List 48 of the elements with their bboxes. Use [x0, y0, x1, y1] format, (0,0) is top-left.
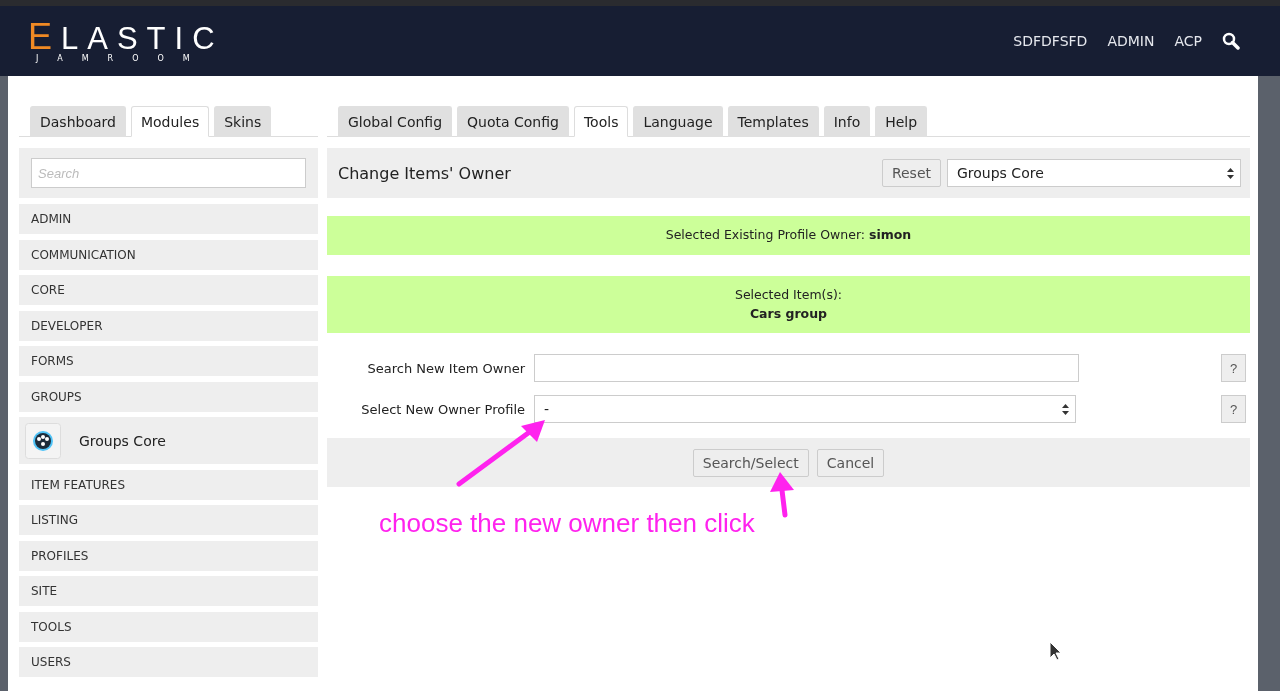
tab[interactable]: Modules	[130, 106, 210, 137]
notice-banner: Selected Existing Profile Owner: simon	[327, 216, 1250, 255]
nav-link[interactable]: ADMIN	[1107, 33, 1155, 49]
search-field[interactable]: Search	[31, 158, 306, 188]
tab[interactable]: Help	[875, 106, 928, 137]
annotation-text: choose the new owner then click	[379, 508, 755, 539]
caret-icon	[1062, 403, 1069, 415]
nav-link[interactable]: ACP	[1174, 33, 1202, 49]
field-label: Search New Item Owner	[366, 360, 526, 376]
help-button[interactable]: ?	[1221, 395, 1246, 424]
tab[interactable]: Info	[823, 106, 871, 137]
category-item[interactable]: LISTING	[19, 505, 318, 535]
text-field[interactable]	[534, 354, 1079, 383]
tab[interactable]: Templates	[727, 106, 819, 137]
category-item[interactable]: GROUPS	[19, 381, 318, 412]
form-button[interactable]: Cancel	[816, 448, 885, 477]
help-button[interactable]: ?	[1221, 354, 1246, 383]
tab[interactable]: Global Config	[338, 106, 453, 137]
module-label: Groups Core	[79, 432, 166, 449]
tab[interactable]: Quota Config	[457, 106, 569, 137]
tab[interactable]: Skins	[214, 106, 272, 137]
tab[interactable]: Dashboard	[30, 106, 126, 137]
category-item[interactable]: DEVELOPER	[19, 310, 318, 341]
module-item[interactable]: Groups Core	[19, 417, 318, 464]
category-item[interactable]: USERS	[19, 647, 318, 677]
reset-button[interactable]: Reset	[881, 159, 941, 187]
select-field[interactable]: -	[534, 395, 1076, 424]
tab[interactable]: Language	[633, 106, 723, 137]
notice-banner: Selected Item(s): Cars group	[327, 275, 1250, 334]
module-select[interactable]: Groups Core	[947, 159, 1241, 187]
pointer-icon	[1049, 641, 1062, 661]
nav-link[interactable]: SDFDFSFD	[1013, 33, 1088, 49]
search-icon[interactable]	[1222, 32, 1240, 50]
form-button[interactable]: Search/Select	[692, 448, 809, 477]
category-item[interactable]: ITEM FEATURES	[19, 469, 318, 500]
panel-title: Change Items' Owner	[338, 163, 511, 183]
category-item[interactable]: CORE	[19, 275, 318, 305]
tab[interactable]: Tools	[573, 106, 629, 137]
category-item[interactable]: SITE	[19, 576, 318, 606]
category-item[interactable]: COMMUNICATION	[19, 239, 318, 270]
category-item[interactable]: FORMS	[19, 346, 318, 376]
category-item[interactable]: TOOLS	[19, 611, 318, 642]
logo[interactable]: E LASTIC JAMROOM	[28, 19, 224, 63]
category-item[interactable]: ADMIN	[19, 204, 318, 234]
field-label: Select New Owner Profile	[360, 401, 526, 417]
caret-icon	[1227, 167, 1234, 179]
category-item[interactable]: PROFILES	[19, 540, 318, 571]
group-module-icon	[25, 422, 61, 459]
